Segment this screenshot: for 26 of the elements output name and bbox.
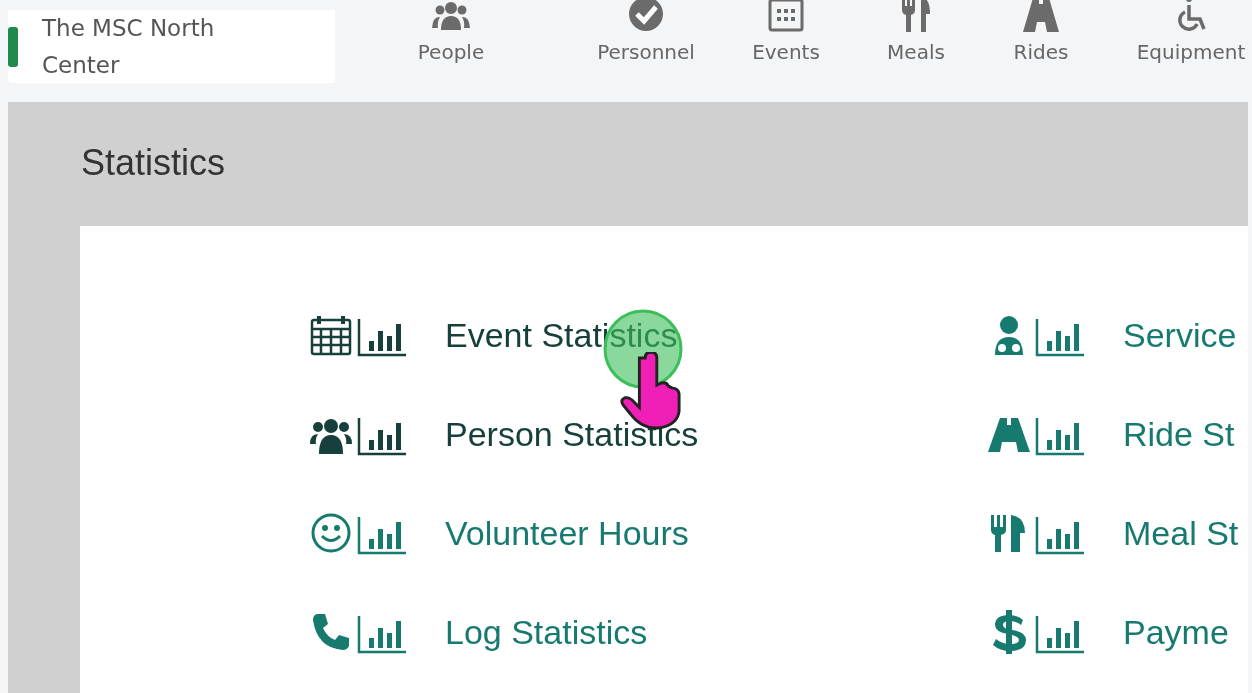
stat-link[interactable]: Log Statistics bbox=[307, 607, 985, 656]
stat-link[interactable]: Meal St bbox=[985, 508, 1245, 557]
road-icon bbox=[1021, 0, 1061, 34]
calendar-icon bbox=[766, 0, 806, 34]
stat-link[interactable]: Service bbox=[985, 310, 1245, 359]
bar-chart-icon bbox=[357, 613, 407, 654]
nav-item[interactable]: Meals bbox=[876, 0, 956, 65]
bar-chart-icon bbox=[1035, 316, 1085, 357]
bar-chart-icon bbox=[357, 415, 407, 456]
nav-item[interactable]: Events bbox=[741, 0, 831, 65]
bar-chart-icon bbox=[1035, 613, 1085, 654]
nav-item[interactable]: People bbox=[411, 0, 491, 65]
nav-item[interactable]: Equipment bbox=[1131, 0, 1251, 65]
bar-chart-icon bbox=[1035, 415, 1085, 456]
stat-link[interactable]: Volunteer Hours bbox=[307, 508, 985, 557]
org-name: The MSC North Center bbox=[42, 13, 216, 80]
bar-chart-icon bbox=[1035, 514, 1085, 555]
bar-chart-icon bbox=[357, 316, 407, 357]
nav-item[interactable]: Rides bbox=[1001, 0, 1081, 65]
stat-link[interactable]: Person Statistics bbox=[307, 409, 985, 458]
stat-link[interactable]: Ride St bbox=[985, 409, 1245, 458]
stat-link[interactable]: Payme bbox=[985, 607, 1245, 656]
bar-chart-icon bbox=[357, 514, 407, 555]
page-title: Statistics bbox=[81, 141, 227, 185]
logo-icon bbox=[8, 26, 18, 67]
nav-item[interactable]: Personnel bbox=[581, 0, 711, 65]
